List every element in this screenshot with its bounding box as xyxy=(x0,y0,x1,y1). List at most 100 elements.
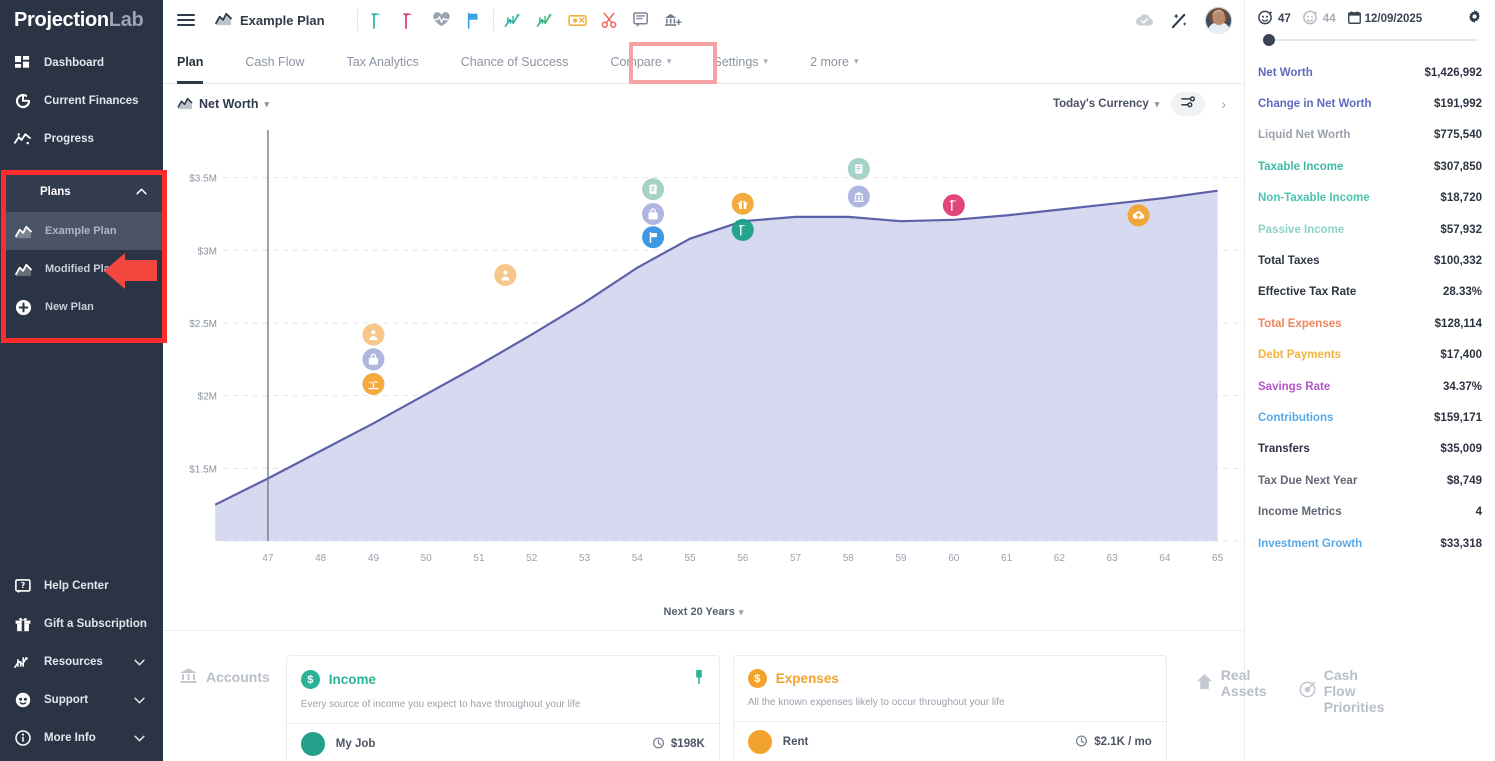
summary-row[interactable]: Non-Taxable Income$18,720 xyxy=(1258,183,1482,214)
summary-row[interactable]: Change in Net Worth$191,992 xyxy=(1258,88,1482,119)
expenses-list-item[interactable]: Rent $2.1K / mo xyxy=(734,722,1166,754)
hamburger-menu-icon[interactable] xyxy=(177,9,199,31)
summary-row[interactable]: Passive Income$57,932 xyxy=(1258,214,1482,245)
summary-row[interactable]: Savings Rate34.37% xyxy=(1258,371,1482,402)
chart-controls-right: Today's Currency ▾ › xyxy=(1053,92,1230,116)
slider-thumb[interactable] xyxy=(1263,34,1275,46)
sidebar-item-dashboard[interactable]: Dashboard xyxy=(0,44,163,82)
chart-metric-selector[interactable]: Net Worth ▾ xyxy=(177,96,269,113)
health-heart-icon[interactable] xyxy=(432,11,451,30)
expenses-card[interactable]: $ Expenses All the known expenses likely… xyxy=(733,655,1167,761)
chart-event-marker[interactable] xyxy=(732,219,754,241)
tab-plan[interactable]: Plan xyxy=(177,40,203,84)
gear-icon[interactable] xyxy=(1467,9,1482,29)
sidebar-item-example-plan[interactable]: Example Plan xyxy=(6,212,163,250)
item-value: $198K xyxy=(652,737,705,752)
chart-event-marker[interactable] xyxy=(732,193,754,215)
sidebar-item-help-center[interactable]: ? Help Center xyxy=(0,567,163,605)
sidebar-item-label: More Info xyxy=(44,732,96,744)
expenses-badge-icon: $ xyxy=(748,669,767,688)
chart-event-marker[interactable] xyxy=(362,373,384,395)
sidebar-item-progress[interactable]: Progress xyxy=(0,120,163,158)
tab-label: Cash Flow xyxy=(245,55,304,69)
cash-flow-priorities-section-tab[interactable]: Cash Flow Priorities xyxy=(1283,655,1401,727)
summary-row[interactable]: Taxable Income$307,850 xyxy=(1258,151,1482,182)
milestone-pink-icon[interactable] xyxy=(400,11,419,30)
sidebar-item-new-plan[interactable]: New Plan xyxy=(6,288,163,326)
real-assets-section-tab[interactable]: Real Assets xyxy=(1180,655,1283,711)
summary-row[interactable]: Liquid Net Worth$775,540 xyxy=(1258,120,1482,151)
note-icon[interactable] xyxy=(632,11,651,30)
sidebar-item-support[interactable]: Support xyxy=(0,681,163,719)
chart-event-marker[interactable] xyxy=(494,264,516,286)
cloud-check-icon[interactable] xyxy=(1135,11,1154,30)
item-value: $2.1K / mo xyxy=(1075,735,1152,750)
scissors-red-icon[interactable] xyxy=(600,11,619,30)
current-plan-title[interactable]: Example Plan xyxy=(215,11,325,29)
progress-icon xyxy=(14,131,31,148)
summary-row[interactable]: Contributions$159,171 xyxy=(1258,402,1482,433)
net-worth-chart[interactable]: $1.5M$2M$2.5M$3M$3.5M4748495051525354555… xyxy=(163,124,1244,630)
summary-row-value: 4 xyxy=(1476,506,1482,518)
milestone-teal-icon[interactable] xyxy=(368,11,387,30)
chart-event-marker[interactable] xyxy=(362,348,384,370)
summary-panel-header: 47 44 12/09/2025 xyxy=(1258,0,1482,30)
summary-row[interactable]: Effective Tax Rate28.33% xyxy=(1258,277,1482,308)
bank-icon xyxy=(179,667,198,687)
flag-blue-icon[interactable] xyxy=(464,11,483,30)
pin-icon[interactable] xyxy=(693,669,705,690)
x-axis-tick-label: 56 xyxy=(737,553,749,564)
chart-event-marker[interactable] xyxy=(362,324,384,346)
x-axis-tick-label: 49 xyxy=(368,553,380,564)
sidebar-item-modified-plan[interactable]: Modified Plan xyxy=(6,250,163,288)
chart-event-marker[interactable] xyxy=(848,158,870,180)
sidebar-item-resources[interactable]: Resources xyxy=(0,643,163,681)
plans-group-header[interactable]: Plans xyxy=(6,172,163,212)
cashflow-green-icon[interactable] xyxy=(536,11,555,30)
summary-row[interactable]: Debt Payments$17,400 xyxy=(1258,340,1482,371)
toolbar-icon-group-1 xyxy=(368,11,483,30)
income-card[interactable]: $ Income Every source of income you expe… xyxy=(286,655,720,761)
chart-event-marker[interactable] xyxy=(943,194,965,216)
timeline-slider[interactable] xyxy=(1258,31,1482,49)
summary-row[interactable]: Tax Due Next Year$8,749 xyxy=(1258,465,1482,496)
bank-plus-icon[interactable] xyxy=(664,11,683,30)
sidebar-item-gift-subscription[interactable]: Gift a Subscription xyxy=(0,605,163,643)
chart-event-marker[interactable] xyxy=(848,186,870,208)
chart-settings-button[interactable] xyxy=(1171,92,1205,116)
income-list-item[interactable]: My Job $198K xyxy=(287,724,719,756)
tab-compare[interactable]: Compare▾ xyxy=(610,40,671,84)
chart-event-marker[interactable] xyxy=(1127,204,1149,226)
tab-settings[interactable]: Settings▾ xyxy=(713,40,768,84)
sidebar-item-more-info[interactable]: More Info xyxy=(0,719,163,757)
user-avatar[interactable] xyxy=(1205,7,1232,34)
income-badge-icon: $ xyxy=(301,670,320,689)
cashflow-teal-icon[interactable] xyxy=(504,11,523,30)
currency-selector[interactable]: Today's Currency ▾ xyxy=(1053,98,1159,110)
accounts-section-tab[interactable]: Accounts xyxy=(163,655,286,699)
magic-wand-icon[interactable] xyxy=(1170,11,1189,30)
summary-row[interactable]: Income Metrics4 xyxy=(1258,496,1482,527)
tab-chance-of-success[interactable]: Chance of Success xyxy=(461,40,569,84)
summary-row[interactable]: Total Taxes$100,332 xyxy=(1258,245,1482,276)
tab-tax-analytics[interactable]: Tax Analytics xyxy=(346,40,418,84)
item-name: My Job xyxy=(336,738,376,750)
tab-more[interactable]: 2 more▾ xyxy=(810,40,858,84)
top-toolbar: Example Plan xyxy=(163,0,1244,40)
sidebar-item-current-finances[interactable]: Current Finances xyxy=(0,82,163,120)
summary-row-value: 28.33% xyxy=(1443,286,1482,298)
chart-event-marker[interactable] xyxy=(642,226,664,248)
summary-row[interactable]: Net Worth$1,426,992 xyxy=(1258,57,1482,88)
money-off-icon[interactable] xyxy=(568,11,587,30)
summary-row[interactable]: Investment Growth$33,318 xyxy=(1258,528,1482,559)
chart-timeframe-selector[interactable]: Next 20 Years▾ xyxy=(163,606,1244,618)
chevron-down-icon xyxy=(134,697,145,704)
chart-event-marker[interactable] xyxy=(642,203,664,225)
chart-next-button[interactable]: › xyxy=(1217,96,1230,112)
chart-event-marker[interactable] xyxy=(642,178,664,200)
summary-row[interactable]: Transfers$35,009 xyxy=(1258,434,1482,465)
tab-cash-flow[interactable]: Cash Flow xyxy=(245,40,304,84)
x-axis-tick-label: 50 xyxy=(421,553,433,564)
summary-row[interactable]: Total Expenses$128,114 xyxy=(1258,308,1482,339)
x-axis-tick-label: 54 xyxy=(632,553,644,564)
